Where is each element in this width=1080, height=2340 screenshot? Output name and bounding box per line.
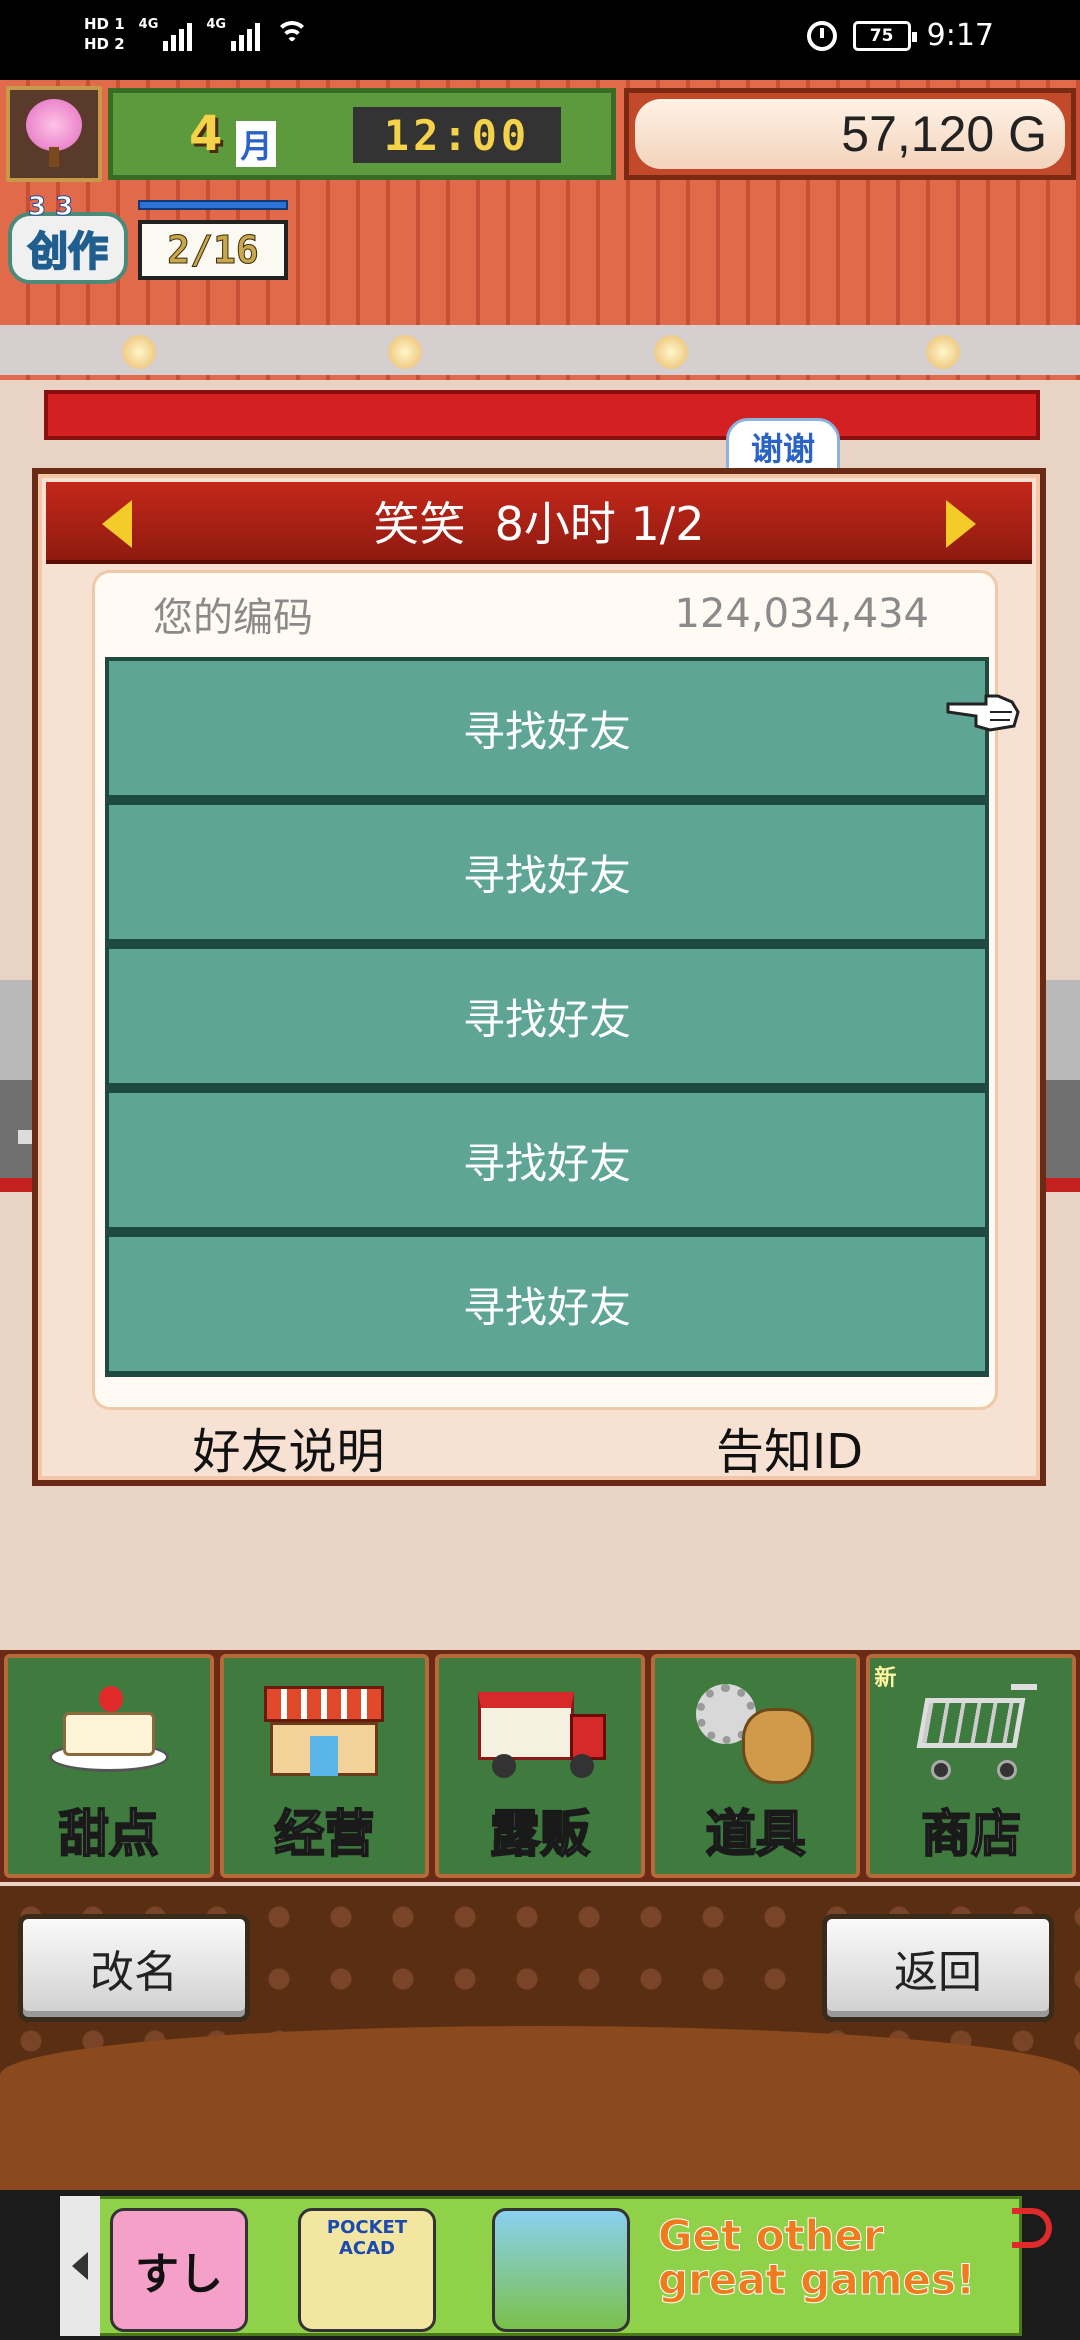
tab-management[interactable]: 经营 (219, 1654, 430, 1878)
create-level: 3 3 (27, 192, 74, 223)
code-value: 124,034,434 (674, 591, 929, 637)
ad-prev-arrow-icon[interactable] (60, 2196, 100, 2336)
create-progress-bar (138, 200, 288, 210)
ad-cta[interactable]: Get other great games! (658, 2213, 1018, 2302)
tools-bag-icon (686, 1678, 826, 1788)
user-code-row: 您的编码 124,034,434 (153, 589, 929, 641)
find-friend-button[interactable]: 寻找好友 (105, 945, 989, 1089)
friend-panel: 您的编码 124,034,434 寻找好友 寻找好友 寻找好友 寻找好友 寻找好… (92, 570, 998, 1410)
ad-app-academy[interactable]: POCKET ACAD (298, 2208, 436, 2332)
status-left: HD 1 HD 2 4G 4G (84, 14, 310, 54)
shopping-cart-icon (901, 1678, 1041, 1788)
create-label: 创作 (8, 212, 128, 284)
lamp-icon (926, 335, 960, 369)
friend-list: 寻找好友 寻找好友 寻找好友 寻找好友 寻找好友 (105, 657, 989, 1377)
tab-food-truck[interactable]: 露贩 (435, 1654, 645, 1878)
code-label: 您的编码 (153, 595, 313, 641)
sim1-label: HD 1 (84, 15, 125, 33)
dialog-footer: 好友说明 告知ID (38, 1414, 1040, 1480)
lower-decoration (0, 2026, 1080, 2190)
ad-app-sushi[interactable]: すし (110, 2208, 248, 2332)
create-count: 2/16 (138, 220, 288, 280)
game-clock: 12:00 (353, 107, 561, 163)
lamp-icon (654, 335, 688, 369)
status-bar: HD 1 HD 2 4G 4G 75 9:17 (0, 0, 1080, 80)
sim2-label: HD 2 (84, 35, 125, 53)
next-page-arrow-icon[interactable] (946, 500, 976, 548)
awning-trim (0, 325, 1080, 375)
status-right: 75 9:17 (806, 18, 994, 53)
lamp-icon (388, 335, 422, 369)
lamp-icon (122, 335, 156, 369)
ad-banner[interactable]: すし POCKET ACAD Get other great games! (0, 2190, 1080, 2340)
tab-store-label: 商店 (920, 1804, 1022, 1864)
cake-icon (39, 1678, 179, 1788)
network1-label: 4G (138, 17, 159, 32)
ad-app-academy-label: POCKET ACAD (326, 2217, 408, 2259)
status-time: 9:17 (926, 18, 994, 53)
new-badge: 新 (874, 1666, 897, 1691)
prev-page-arrow-icon[interactable] (102, 500, 132, 548)
calendar-panel: 4 月 12:00 (108, 88, 616, 180)
lower-control-area: 改名 返回 (0, 1886, 1080, 2190)
dialog-header: 笑笑 8小时 1/2 (46, 482, 1032, 564)
rename-button[interactable]: 改名 (18, 1914, 250, 2022)
battery-level: 75 (869, 25, 894, 46)
find-friend-button[interactable]: 寻找好友 (105, 1233, 989, 1377)
notify-id-button[interactable]: 告知ID (539, 1414, 1040, 1480)
shop-sign (44, 390, 1040, 440)
tab-store[interactable]: 新 商店 (866, 1654, 1076, 1878)
friend-help-button[interactable]: 好友说明 (38, 1414, 539, 1480)
battery-icon: 75 (852, 20, 917, 51)
shop-icon (254, 1678, 394, 1788)
ad-app-sushi-label: すし (135, 2249, 223, 2300)
month-label: 月 (236, 121, 277, 167)
tab-items[interactable]: 道具 (650, 1654, 861, 1878)
find-friend-button[interactable]: 寻找好友 (105, 801, 989, 945)
month-number: 4 (189, 106, 223, 162)
tab-food-truck-label: 露贩 (489, 1804, 591, 1864)
pointing-hand-icon (946, 694, 1020, 732)
network2-label: 4G (206, 17, 227, 32)
tab-items-label: 道具 (705, 1804, 807, 1864)
food-truck-icon (470, 1678, 610, 1788)
create-badge[interactable]: 创作 3 3 2/16 (4, 192, 298, 292)
ad-return-arrow-icon (1012, 2208, 1052, 2248)
ad-app-castle[interactable] (492, 2208, 630, 2332)
dialog-title: 笑笑 8小时 1/2 (373, 497, 705, 551)
store-avatar-button[interactable] (6, 86, 102, 182)
find-friend-button[interactable]: 寻找好友 (105, 1089, 989, 1233)
friend-dialog: 笑笑 8小时 1/2 您的编码 124,034,434 寻找好友 寻找好友 寻找… (32, 468, 1046, 1486)
wifi-icon (274, 19, 310, 49)
money-amount: 57,120 G (635, 99, 1065, 169)
back-button[interactable]: 返回 (822, 1914, 1054, 2022)
sim-indicators: HD 1 HD 2 (84, 14, 125, 54)
find-friend-button[interactable]: 寻找好友 (105, 657, 989, 801)
tab-sweets[interactable]: 甜点 (4, 1654, 214, 1878)
tab-sweets-label: 甜点 (58, 1804, 160, 1864)
main-tab-bar: 甜点 经营 露贩 道具 新 商店 (0, 1650, 1080, 1882)
money-panel: 57,120 G (624, 88, 1076, 180)
signal2-icon: 4G (206, 17, 261, 51)
cherry-tree-icon (22, 99, 86, 169)
alarm-icon (806, 20, 837, 51)
signal1-icon: 4G (139, 17, 193, 51)
tab-management-label: 经营 (273, 1804, 375, 1864)
